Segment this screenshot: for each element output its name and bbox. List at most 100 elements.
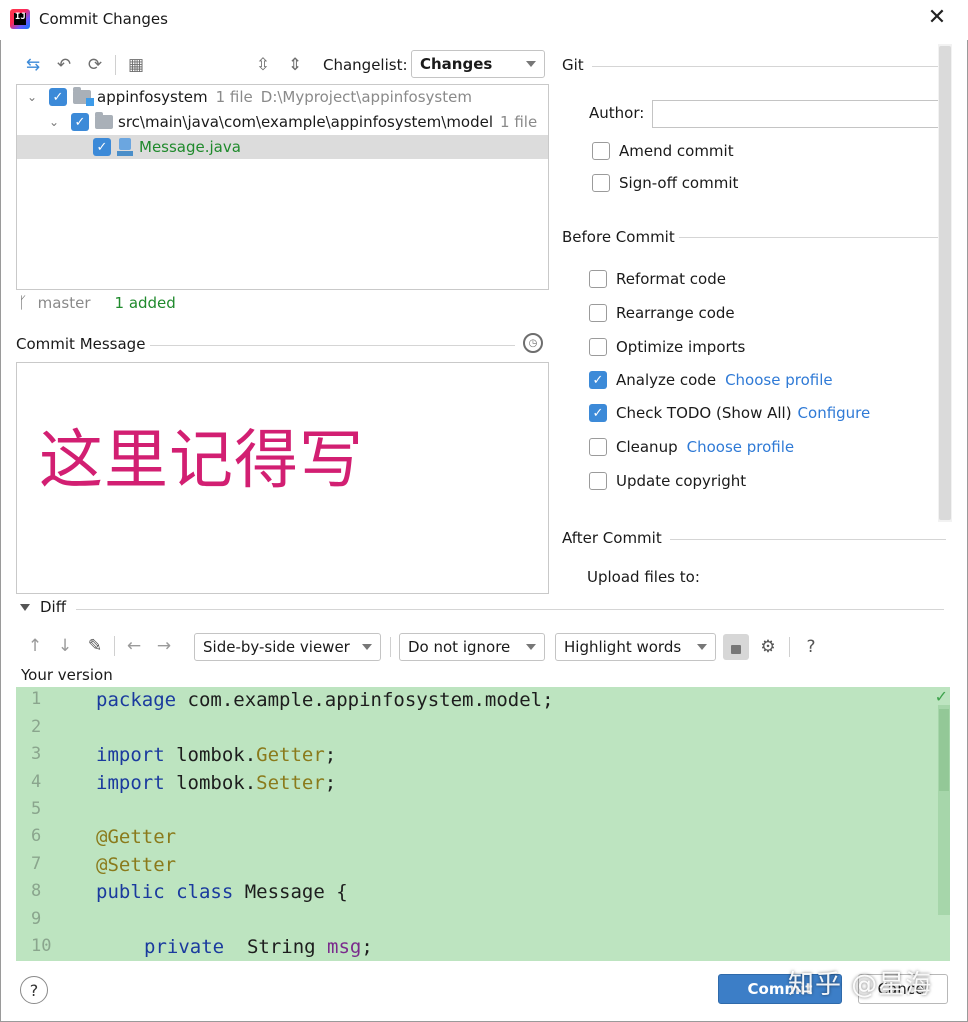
cleanup-checkbox[interactable] (589, 438, 607, 456)
signoff-label: Sign-off commit (619, 174, 739, 192)
line-number: 9 (31, 909, 42, 929)
file-checkbox[interactable]: ✓ (93, 138, 111, 156)
update-copyright-option[interactable]: Update copyright (589, 472, 746, 490)
divider (670, 539, 946, 540)
code-line: private String msg; (144, 936, 373, 958)
reformat-label: Reformat code (616, 270, 726, 288)
diff-title: Diff (40, 598, 67, 616)
edit-pencil-icon[interactable]: ✎ (84, 635, 106, 657)
copyright-checkbox[interactable] (589, 472, 607, 490)
code-line: @Setter (96, 854, 177, 876)
root-checkbox[interactable]: ✓ (49, 88, 67, 106)
line-number: 10 (31, 936, 52, 956)
highlight-select[interactable]: Highlight words (555, 633, 716, 661)
arrow-down-icon[interactable]: ↓ (54, 635, 76, 657)
toolbar-separator (390, 637, 391, 657)
changelist-label: Changelist: (323, 56, 408, 74)
changes-tree: ⌄ ✓ appinfosystem 1 file D:\Myproject\ap… (16, 84, 549, 290)
changes-toolbar: ⇆ ↶ ⟳ ▦ (22, 54, 147, 76)
tree-row-folder[interactable]: ⌄ ✓ src\main\java\com\example\appinfosys… (17, 110, 548, 134)
code-scrollbar[interactable] (938, 705, 950, 915)
chevron-down-icon[interactable]: ⌄ (48, 115, 60, 129)
todo-checkbox[interactable]: ✓ (589, 404, 607, 422)
code-scrollbar-thumb[interactable] (939, 709, 949, 791)
your-version-label: Your version (21, 666, 113, 684)
optimize-imports-option[interactable]: Optimize imports (589, 338, 745, 356)
line-number: 6 (31, 826, 42, 846)
analyze-code-option[interactable]: ✓ Analyze code Choose profile (589, 371, 833, 389)
close-icon[interactable]: ✕ (926, 6, 948, 30)
cleanup-choose-profile-link[interactable]: Choose profile (687, 438, 795, 456)
collapse-all-icon[interactable]: ⇕ (284, 54, 306, 76)
folder-file-count: 1 file (500, 113, 538, 131)
module-folder-icon (73, 87, 94, 106)
signoff-checkbox[interactable] (592, 174, 610, 192)
reformat-code-option[interactable]: Reformat code (589, 270, 726, 288)
divider (592, 66, 938, 67)
root-path: D:\Myproject\appinfosystem (260, 88, 472, 106)
rearrange-code-option[interactable]: Rearrange code (589, 304, 735, 322)
amend-commit-option[interactable]: Amend commit (592, 142, 734, 160)
copyright-label: Update copyright (616, 472, 747, 490)
arrow-up-icon[interactable]: ↑ (24, 635, 46, 657)
analyze-checkbox[interactable]: ✓ (589, 371, 607, 389)
changelist-value: Changes (420, 55, 493, 73)
commit-message-text[interactable]: 这里记得写 (39, 409, 364, 501)
no-problems-check-icon: ✓ (934, 687, 948, 706)
diff-help-icon[interactable]: ? (800, 636, 822, 658)
refresh-icon[interactable]: ⟳ (84, 54, 106, 76)
tree-row-file[interactable]: ✓ Message.java (17, 135, 548, 159)
line-number: 7 (31, 854, 42, 874)
author-field[interactable] (652, 100, 944, 128)
analyze-choose-profile-link[interactable]: Choose profile (725, 371, 833, 389)
settings-gear-icon[interactable]: ⚙ (757, 636, 779, 658)
ignore-select[interactable]: Do not ignore (399, 633, 545, 661)
folder-checkbox[interactable]: ✓ (71, 113, 89, 131)
amend-checkbox[interactable] (592, 142, 610, 160)
toolbar-separator (789, 637, 790, 657)
viewer-select[interactable]: Side-by-side viewer (194, 633, 381, 661)
show-diff-icon[interactable]: ⇆ (22, 54, 44, 76)
line-number: 1 (31, 689, 42, 709)
rearrange-checkbox[interactable] (589, 304, 607, 322)
cleanup-label: Cleanup (616, 438, 678, 456)
expand-all-icon[interactable]: ⇳ (252, 54, 274, 76)
arrow-left-icon[interactable]: ← (123, 635, 145, 657)
line-number: 2 (31, 717, 42, 737)
group-by-icon[interactable]: ▦ (125, 54, 147, 76)
analyze-label: Analyze code (616, 371, 717, 389)
before-commit-title: Before Commit (562, 228, 675, 246)
collapse-triangle-icon[interactable] (20, 603, 30, 611)
optimize-checkbox[interactable] (589, 338, 607, 356)
diff-header[interactable]: Diff (20, 598, 66, 616)
history-clock-icon[interactable]: ◷ (523, 333, 543, 353)
todo-configure-link[interactable]: Configure (798, 404, 871, 422)
expand-collapse-group: ⇳ ⇕ (252, 54, 306, 76)
lock-icon[interactable] (723, 634, 749, 660)
branch-name[interactable]: master (38, 294, 91, 312)
line-number: 3 (31, 744, 42, 764)
tree-row-root[interactable]: ⌄ ✓ appinfosystem 1 file D:\Myproject\ap… (17, 85, 548, 109)
help-icon[interactable]: ? (20, 976, 48, 1004)
chevron-down-icon[interactable]: ⌄ (26, 90, 38, 104)
zhihu-watermark: 知乎 @星海 (788, 970, 933, 1000)
cleanup-option[interactable]: Cleanup Choose profile (589, 438, 794, 456)
git-section-title: Git (562, 56, 584, 74)
status-line: ᚴ master 1 added (18, 293, 176, 312)
reformat-checkbox[interactable] (589, 270, 607, 288)
code-line: @Getter (96, 826, 177, 848)
line-number: 8 (31, 881, 42, 901)
root-file-count: 1 file (215, 88, 253, 106)
code-line: package com.example.appinfosystem.model; (96, 689, 554, 711)
signoff-commit-option[interactable]: Sign-off commit (592, 174, 738, 192)
changelist-select[interactable]: Changes (411, 50, 545, 78)
arrow-right-icon[interactable]: → (153, 635, 175, 657)
commit-message-input[interactable]: 这里记得写 (16, 362, 549, 594)
intellij-app-icon: IJ (10, 9, 30, 29)
check-todo-option[interactable]: ✓ Check TODO (Show All) Configure (589, 404, 870, 422)
line-number: 5 (31, 799, 42, 819)
rearrange-label: Rearrange code (616, 304, 735, 322)
options-scrollbar-thumb[interactable] (939, 46, 951, 520)
rollback-icon[interactable]: ↶ (53, 54, 75, 76)
code-editor[interactable]: 1 2 3 4 5 6 7 8 9 10 package com.example… (16, 687, 950, 961)
